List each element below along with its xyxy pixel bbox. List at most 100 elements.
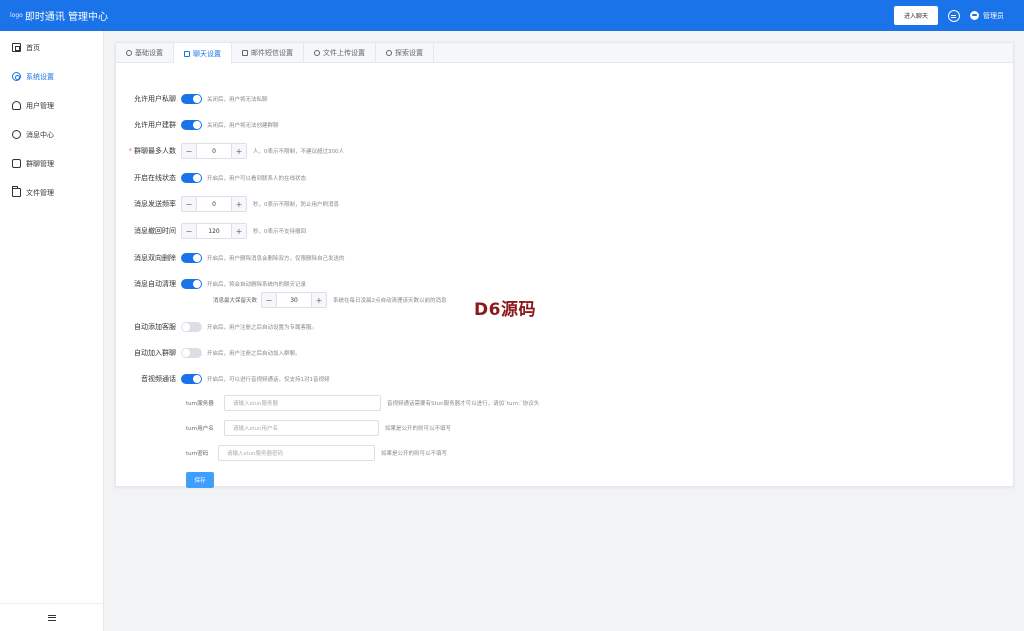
sidebar-item-groups[interactable]: 群聊管理 (0, 149, 103, 178)
field-label: turn服务器 (186, 401, 214, 407)
field-hint: 系统在每日凌晨2点自动清理该天数以前的消息 (333, 298, 447, 304)
gear-icon (12, 72, 21, 81)
send-rate-stepper[interactable]: − 0 + (181, 196, 247, 212)
auto-clean-toggle[interactable] (181, 279, 202, 289)
sidebar-item-label: 文件管理 (26, 188, 54, 197)
field-label: * 群聊最多人数 (128, 147, 177, 155)
turn-user-input[interactable]: 请输入stun用户名 (224, 420, 379, 436)
form-row-av-call: 音视频通话 开启后，可以进行音视频通话，仅支持1对1音视频 (116, 371, 996, 387)
chat-icon (184, 50, 190, 57)
recall-time-value[interactable]: 120 (197, 228, 231, 235)
increment-button[interactable]: + (231, 197, 246, 211)
field-label: 允许用户建群 (134, 121, 176, 129)
tab-basic[interactable]: 基础设置 (116, 43, 174, 63)
tab-label: 聊天设置 (193, 49, 221, 58)
settings-card: 基础设置 聊天设置 邮件短信设置 文件上传设置 探索设置 允许用户私聊 关闭后，… (115, 42, 1014, 488)
online-status-toggle[interactable] (181, 173, 202, 183)
sidebar-item-label: 用户管理 (26, 101, 54, 110)
tab-explore[interactable]: 探索设置 (376, 43, 434, 63)
field-hint: 关闭后，用户将无法创建群聊 (207, 123, 279, 129)
field-label: 消息自动清理 (134, 280, 176, 288)
field-hint: 人，0表示不限制，不建议超过300人 (253, 149, 344, 155)
field-label: 开启在线状态 (134, 174, 176, 182)
field-label: turn密码 (186, 451, 209, 457)
turn-password-input[interactable]: 请输入stun服务器密码 (218, 445, 375, 461)
tab-mail-sms[interactable]: 邮件短信设置 (232, 43, 304, 63)
collapse-sidebar-button[interactable] (0, 603, 104, 631)
group-max-value[interactable]: 0 (197, 148, 231, 155)
sidebar-item-label: 群聊管理 (26, 159, 54, 168)
form-row-turn-pass: turn密码 请输入stun服务器密码 如果是公开的则可以不填写 (116, 445, 996, 461)
form-row-keep-days: 消息最大保留天数 − 30 + 系统在每日凌晨2点自动清理该天数以前的消息 (116, 292, 996, 308)
logo-image: logo (10, 12, 23, 19)
decrement-button[interactable]: − (182, 197, 197, 211)
tab-upload[interactable]: 文件上传设置 (304, 43, 376, 63)
recall-time-stepper[interactable]: − 120 + (181, 223, 247, 239)
field-hint: 开启后，用户注册之后自动加入群聊。 (207, 351, 301, 357)
form-row-allow-group: 允许用户建群 关闭后，用户将无法创建群聊 (116, 117, 996, 133)
field-hint: 关闭后，用户将无法私聊 (207, 97, 268, 103)
form-row-two-way-delete: 消息双向删除 开启后，用户删除消息会删除双方，仅限删除自己发送的 (116, 250, 996, 266)
increment-button[interactable]: + (311, 293, 327, 307)
field-label: 自动加入群聊 (134, 349, 176, 357)
compass-icon (386, 50, 392, 56)
form-row-turn-user: turn用户名 请输入stun用户名 如果是公开的则可以不填写 (116, 420, 996, 436)
turn-server-input[interactable]: 请输入stun服务器 (224, 395, 381, 411)
gear-icon (126, 50, 132, 56)
allow-private-toggle[interactable] (181, 94, 202, 104)
field-label: 允许用户私聊 (134, 95, 176, 103)
tab-chat[interactable]: 聊天设置 (174, 43, 232, 64)
field-label: 消息双向删除 (134, 254, 176, 262)
increment-button[interactable]: + (231, 224, 246, 238)
field-label: 消息最大保留天数 (213, 298, 258, 304)
form-row-allow-private: 允许用户私聊 关闭后，用户将无法私聊 (116, 91, 996, 107)
keep-days-stepper[interactable]: − 30 + (261, 292, 328, 308)
sidebar-item-users[interactable]: 用户管理 (0, 91, 103, 120)
group-icon (12, 159, 21, 168)
watermark: D6源码 (474, 300, 536, 320)
menu-icon (48, 614, 56, 621)
send-rate-value[interactable]: 0 (197, 201, 231, 208)
field-hint: 如果是公开的则可以不填写 (385, 426, 452, 432)
field-label: 自动添加客服 (134, 323, 176, 331)
form-row-auto-add-service: 自动添加客服 开启后，用户注册之后自动设置为专属客服。 (116, 319, 996, 335)
auto-add-service-toggle[interactable] (181, 322, 202, 332)
field-hint: 开启后，可以进行音视频通话，仅支持1对1音视频 (207, 377, 330, 383)
sidebar-item-label: 首页 (26, 43, 40, 52)
keep-days-value[interactable]: 30 (277, 297, 311, 304)
sidebar-item-messages[interactable]: 消息中心 (0, 120, 103, 149)
admin-menu[interactable]: 管理员 (970, 11, 1004, 21)
tab-label: 文件上传设置 (323, 49, 365, 57)
message-icon[interactable] (948, 9, 960, 22)
tab-label: 基础设置 (135, 49, 163, 57)
decrement-button[interactable]: − (182, 224, 197, 238)
av-call-toggle[interactable] (181, 374, 202, 384)
folder-icon (12, 186, 21, 197)
decrement-button[interactable]: − (182, 144, 197, 158)
group-max-stepper[interactable]: − 0 + (181, 143, 247, 159)
user-icon (12, 101, 21, 110)
two-way-delete-toggle[interactable] (181, 253, 202, 263)
field-label: 音视频通话 (141, 375, 176, 383)
decrement-button[interactable]: − (262, 293, 278, 307)
form-row-auto-clean: 消息自动清理 开启后，将会自动删除系统内的聊天记录 (116, 276, 996, 292)
logo[interactable]: logo 即时通讯 管理中心 (0, 8, 108, 23)
form-row-send-rate: 消息发送频率 − 0 + 秒，0表示不限制，防止用户刷消息 (116, 196, 996, 212)
enter-chat-button[interactable]: 进入聊天 (893, 6, 938, 25)
home-icon (12, 43, 21, 52)
sidebar-item-home[interactable]: 首页 (0, 33, 103, 62)
app-title: 即时通讯 管理中心 (24, 12, 109, 23)
form-row-turn-server: turn服务器 请输入stun服务器 音视频通话需要有Stun服务器才可以进行，… (116, 395, 996, 411)
field-hint: 开启后，将会自动删除系统内的聊天记录 (207, 282, 307, 288)
save-button[interactable]: 保存 (186, 472, 214, 488)
sidebar-item-files[interactable]: 文件管理 (0, 178, 103, 207)
auto-join-group-toggle[interactable] (181, 348, 202, 358)
sidebar-item-settings[interactable]: 系统设置 (0, 62, 103, 91)
allow-group-toggle[interactable] (181, 120, 202, 130)
tab-label: 邮件短信设置 (251, 49, 293, 57)
form-row-online-status: 开启在线状态 开启后，用户可以看到联系人的在线状态 (116, 170, 996, 186)
field-label: turn用户名 (186, 426, 214, 432)
top-header: logo 即时通讯 管理中心 进入聊天 管理员 (0, 0, 1024, 31)
increment-button[interactable]: + (231, 144, 246, 158)
chat-icon (12, 130, 21, 139)
